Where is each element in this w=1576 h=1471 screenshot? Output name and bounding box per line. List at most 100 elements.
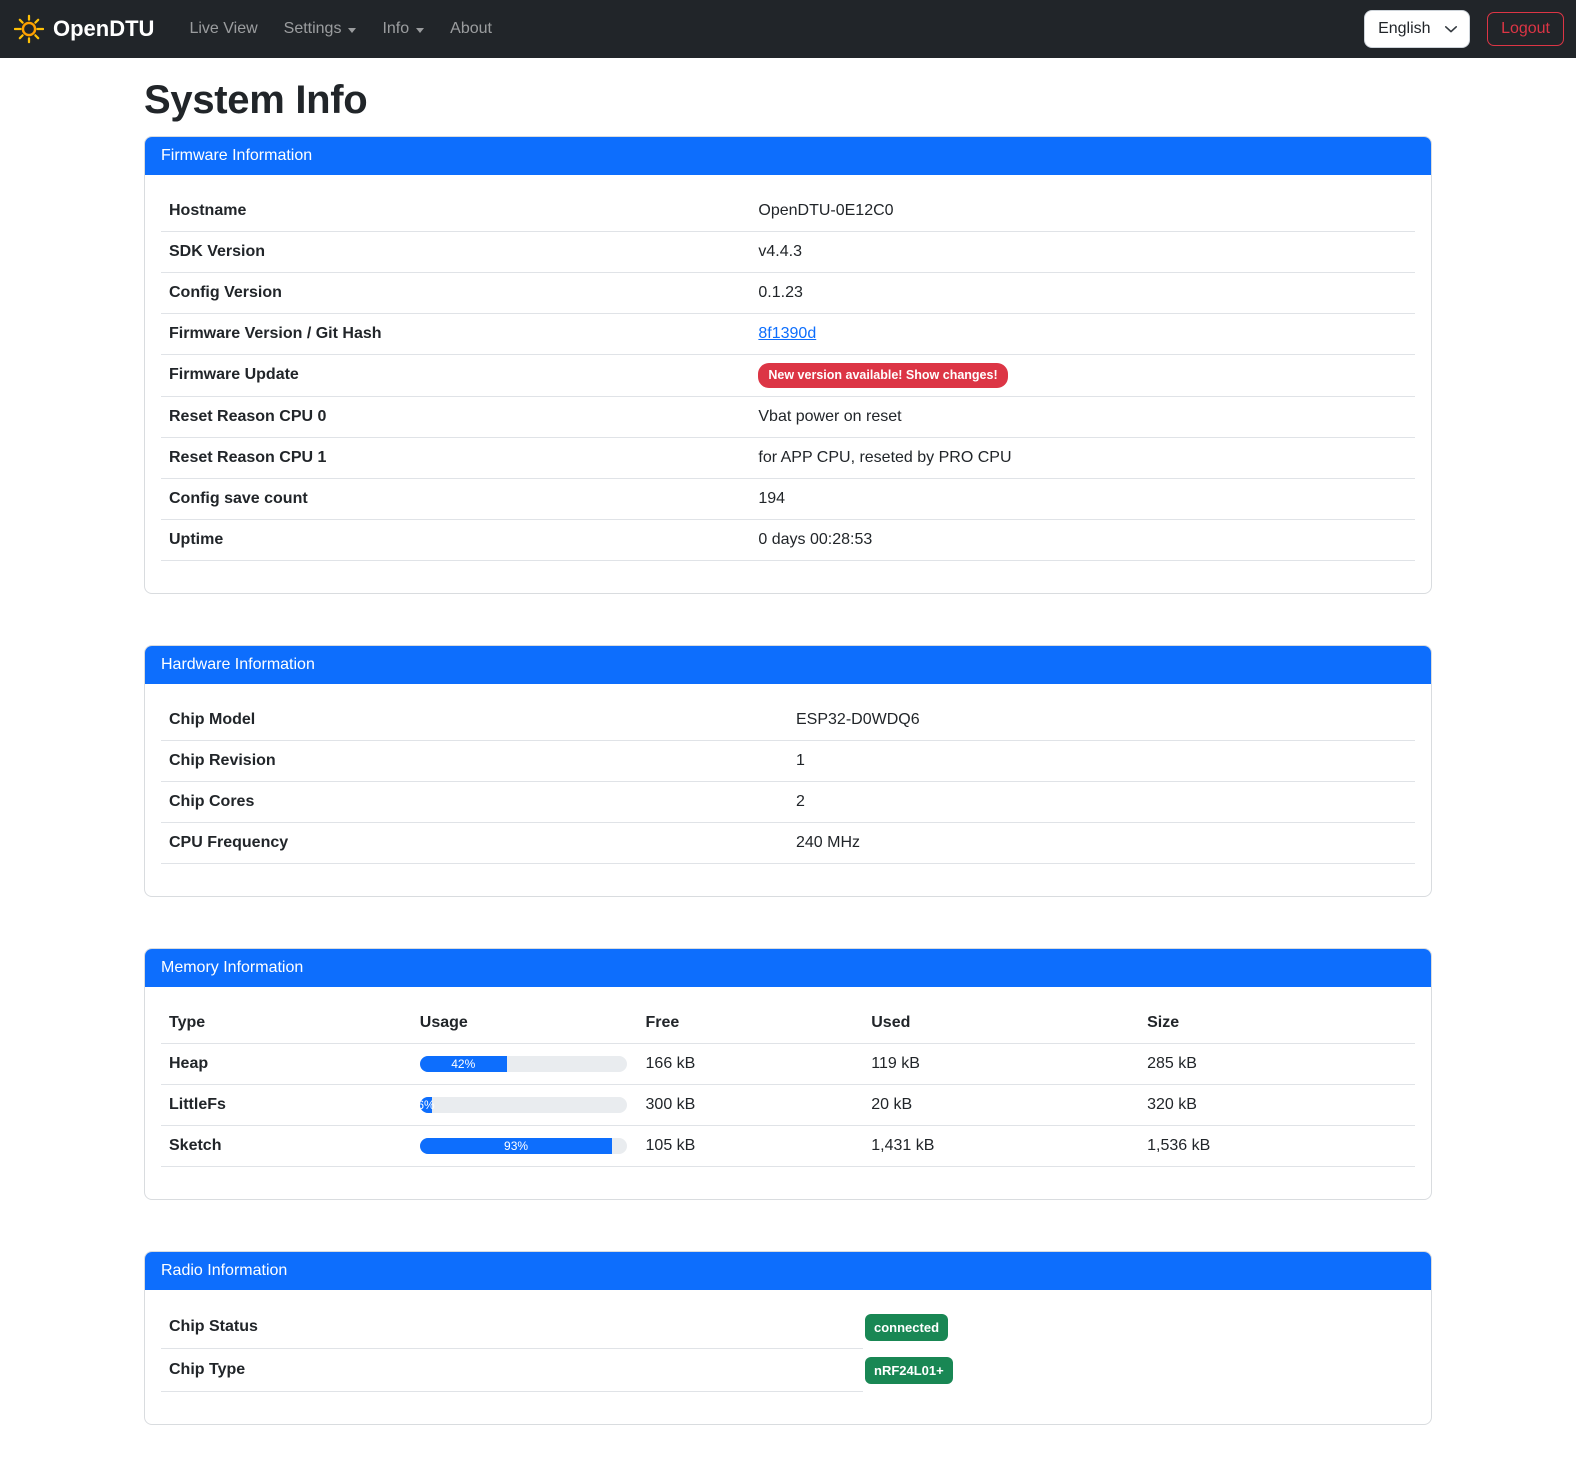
size-value: 320 kB <box>1139 1084 1415 1125</box>
table-row: Chip Cores 2 <box>161 781 1415 822</box>
table-row: Reset Reason CPU 0 Vbat power on reset <box>161 396 1415 437</box>
row-label: Uptime <box>161 519 750 560</box>
nav-item-settings[interactable]: Settings <box>271 12 370 46</box>
memory-type: LittleFs <box>161 1084 412 1125</box>
chevron-down-icon <box>1444 22 1458 36</box>
hardware-card-header: Hardware Information <box>145 646 1431 684</box>
row-label: Chip Status <box>161 1306 863 1349</box>
table-row: LittleFs 6% 300 kB 20 kB 320 kB <box>161 1084 1415 1125</box>
row-label: Chip Type <box>161 1349 863 1392</box>
row-value: nRF24L01+ <box>863 1349 961 1392</box>
memory-table: Type Usage Free Used Size Heap 42% <box>161 1003 1415 1167</box>
radio-card-header: Radio Information <box>145 1252 1431 1290</box>
row-label: Firmware Update <box>161 355 750 397</box>
column-header-free: Free <box>638 1003 864 1044</box>
hardware-table: Chip Model ESP32-D0WDQ6 Chip Revision 1 … <box>161 700 1415 864</box>
memory-card-header: Memory Information <box>145 949 1431 987</box>
firmware-card-body: Hostname OpenDTU-0E12C0 SDK Version v4.4… <box>145 175 1431 593</box>
table-row: Chip Model ESP32-D0WDQ6 <box>161 700 1415 741</box>
firmware-table: Hostname OpenDTU-0E12C0 SDK Version v4.4… <box>161 191 1415 561</box>
row-value: 0.1.23 <box>750 273 1415 314</box>
row-value: 194 <box>750 478 1415 519</box>
brand-label: OpenDTU <box>53 16 154 42</box>
chip-status-badge: connected <box>865 1314 948 1341</box>
sun-icon <box>14 14 44 44</box>
main-content: System Info Firmware Information Hostnam… <box>144 78 1432 1471</box>
table-header-row: Type Usage Free Used Size <box>161 1003 1415 1044</box>
usage-cell: 6% <box>412 1084 638 1125</box>
hardware-information-card: Hardware Information Chip Model ESP32-D0… <box>144 645 1432 897</box>
progress-track: 93% <box>420 1138 627 1154</box>
top-navbar: OpenDTU Live View Settings Info About En… <box>0 0 1576 58</box>
row-label: CPU Frequency <box>161 822 788 863</box>
free-value: 300 kB <box>638 1084 864 1125</box>
row-value: ESP32-D0WDQ6 <box>788 700 1415 741</box>
progress-label: 42% <box>451 1058 475 1070</box>
row-value: 240 MHz <box>788 822 1415 863</box>
page-title: System Info <box>144 78 1432 123</box>
logout-button[interactable]: Logout <box>1487 12 1564 46</box>
column-header-used: Used <box>863 1003 1139 1044</box>
radio-card-body: Chip Status connected Chip Type nRF24L01… <box>145 1290 1431 1424</box>
caret-down-icon <box>348 28 356 33</box>
row-label: Firmware Version / Git Hash <box>161 314 750 355</box>
nav-item-label: About <box>450 20 492 38</box>
row-value: Vbat power on reset <box>750 396 1415 437</box>
row-label: SDK Version <box>161 232 750 273</box>
used-value: 119 kB <box>863 1043 1139 1084</box>
table-row: SDK Version v4.4.3 <box>161 232 1415 273</box>
row-label: Chip Cores <box>161 781 788 822</box>
sketch-usage-progress-bar: 93% <box>420 1138 613 1154</box>
memory-card-body: Type Usage Free Used Size Heap 42% <box>145 987 1431 1199</box>
brand-logo[interactable]: OpenDTU <box>14 14 154 44</box>
heap-usage-progress-bar: 42% <box>420 1056 507 1072</box>
free-value: 105 kB <box>638 1125 864 1166</box>
row-label: Chip Model <box>161 700 788 741</box>
nav-item-info[interactable]: Info <box>369 12 437 46</box>
nav-item-label: Settings <box>284 20 342 38</box>
table-row: Chip Type nRF24L01+ <box>161 1349 1415 1392</box>
table-row: Config save count 194 <box>161 478 1415 519</box>
progress-track: 6% <box>420 1097 627 1113</box>
row-label: Chip Revision <box>161 740 788 781</box>
memory-information-card: Memory Information Type Usage Free Used … <box>144 948 1432 1200</box>
nav-item-about[interactable]: About <box>437 12 505 46</box>
row-value: for APP CPU, reseted by PRO CPU <box>750 437 1415 478</box>
memory-type: Heap <box>161 1043 412 1084</box>
free-value: 166 kB <box>638 1043 864 1084</box>
used-value: 20 kB <box>863 1084 1139 1125</box>
row-value: connected <box>863 1306 956 1349</box>
row-label: Hostname <box>161 191 750 232</box>
radio-rows: Chip Status connected Chip Type nRF24L01… <box>161 1306 1415 1392</box>
column-header-usage: Usage <box>412 1003 638 1044</box>
row-value: 1 <box>788 740 1415 781</box>
column-header-size: Size <box>1139 1003 1415 1044</box>
firmware-update-badge[interactable]: New version available! Show changes! <box>758 363 1007 388</box>
row-value: New version available! Show changes! <box>750 355 1415 397</box>
row-label: Config Version <box>161 273 750 314</box>
size-value: 1,536 kB <box>1139 1125 1415 1166</box>
radio-information-card: Radio Information Chip Status connected … <box>144 1251 1432 1425</box>
git-hash-link[interactable]: 8f1390d <box>758 325 816 342</box>
nav-item-live-view[interactable]: Live View <box>176 12 270 46</box>
table-row: Firmware Update New version available! S… <box>161 355 1415 397</box>
language-select[interactable]: English <box>1364 10 1470 48</box>
navbar-right: English Logout <box>1364 10 1564 48</box>
memory-type: Sketch <box>161 1125 412 1166</box>
row-value: v4.4.3 <box>750 232 1415 273</box>
chip-type-badge: nRF24L01+ <box>865 1357 953 1384</box>
progress-label: 6% <box>420 1099 435 1111</box>
table-row: Sketch 93% 105 kB 1,431 kB 1,536 kB <box>161 1125 1415 1166</box>
table-row: Hostname OpenDTU-0E12C0 <box>161 191 1415 232</box>
row-label: Config save count <box>161 478 750 519</box>
row-label: Reset Reason CPU 1 <box>161 437 750 478</box>
table-row: CPU Frequency 240 MHz <box>161 822 1415 863</box>
usage-cell: 42% <box>412 1043 638 1084</box>
progress-label: 93% <box>504 1140 528 1152</box>
caret-down-icon <box>416 28 424 33</box>
table-row: Firmware Version / Git Hash 8f1390d <box>161 314 1415 355</box>
size-value: 285 kB <box>1139 1043 1415 1084</box>
used-value: 1,431 kB <box>863 1125 1139 1166</box>
table-row: Reset Reason CPU 1 for APP CPU, reseted … <box>161 437 1415 478</box>
table-row: Config Version 0.1.23 <box>161 273 1415 314</box>
